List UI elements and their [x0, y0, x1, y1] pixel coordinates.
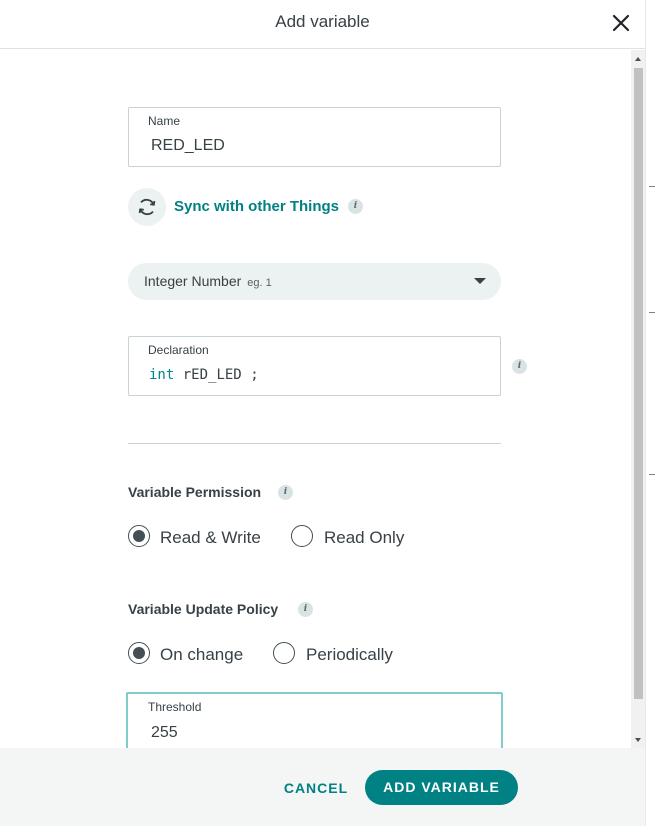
policy-periodically-label[interactable]: Periodically [306, 645, 393, 665]
close-icon [612, 14, 630, 32]
dialog-scrollbar[interactable] [631, 50, 645, 748]
declaration-info-icon[interactable]: i [512, 359, 527, 374]
permission-read-only-radio[interactable] [291, 525, 313, 547]
name-field[interactable]: Name RED_LED [128, 107, 501, 167]
name-field-value: RED_LED [151, 137, 225, 154]
threshold-field[interactable]: Threshold 255 [126, 692, 503, 748]
permission-read-write-radio[interactable] [128, 525, 150, 547]
permission-read-only-label[interactable]: Read Only [324, 528, 404, 548]
sync-button[interactable] [128, 188, 166, 226]
sync-icon [138, 198, 156, 216]
policy-periodically-radio[interactable] [273, 642, 295, 664]
policy-on-change-label[interactable]: On change [160, 645, 243, 665]
declaration-terminator: ; [250, 367, 259, 383]
scroll-down-icon[interactable] [634, 736, 642, 744]
section-divider [128, 443, 501, 444]
background-window-edge [645, 0, 655, 826]
sync-link[interactable]: Sync with other Things [174, 198, 339, 215]
chevron-down-icon [474, 278, 486, 284]
policy-on-change-radio[interactable] [128, 642, 150, 664]
name-field-label: Name [148, 114, 181, 128]
cancel-button[interactable]: CANCEL [272, 770, 360, 806]
close-button[interactable] [609, 11, 633, 35]
dialog-footer: CANCEL ADD VARIABLE [0, 748, 645, 826]
threshold-field-value: 255 [151, 724, 178, 741]
variable-type-select[interactable]: Integer Number eg. 1 [128, 263, 501, 300]
add-variable-button[interactable]: ADD VARIABLE [365, 770, 518, 805]
declaration-field[interactable]: Declaration int rED_LED ; [128, 336, 501, 396]
update-policy-title: Variable Update Policy [128, 601, 279, 617]
declaration-identifier: rED_LED [182, 367, 242, 383]
scrollbar-thumb[interactable] [634, 68, 643, 699]
scroll-up-icon[interactable] [634, 55, 642, 63]
dialog-title: Add variable [275, 12, 370, 31]
variable-type-hint: eg. 1 [247, 277, 272, 289]
declaration-code: int rED_LED ; [149, 367, 259, 383]
dialog-body: Name RED_LED Sync with other Things i In… [0, 50, 645, 748]
dialog-header: Add variable [0, 0, 645, 49]
update-policy-info-icon[interactable]: i [298, 602, 313, 617]
permission-title: Variable Permission [128, 484, 262, 500]
permission-info-icon[interactable]: i [278, 485, 293, 500]
permission-read-write-label[interactable]: Read & Write [160, 528, 261, 548]
threshold-field-label: Threshold [148, 700, 202, 714]
sync-info-icon[interactable]: i [348, 199, 363, 214]
variable-type-value: Integer Number [144, 273, 242, 289]
declaration-keyword: int [149, 367, 175, 383]
declaration-field-label: Declaration [148, 343, 209, 357]
